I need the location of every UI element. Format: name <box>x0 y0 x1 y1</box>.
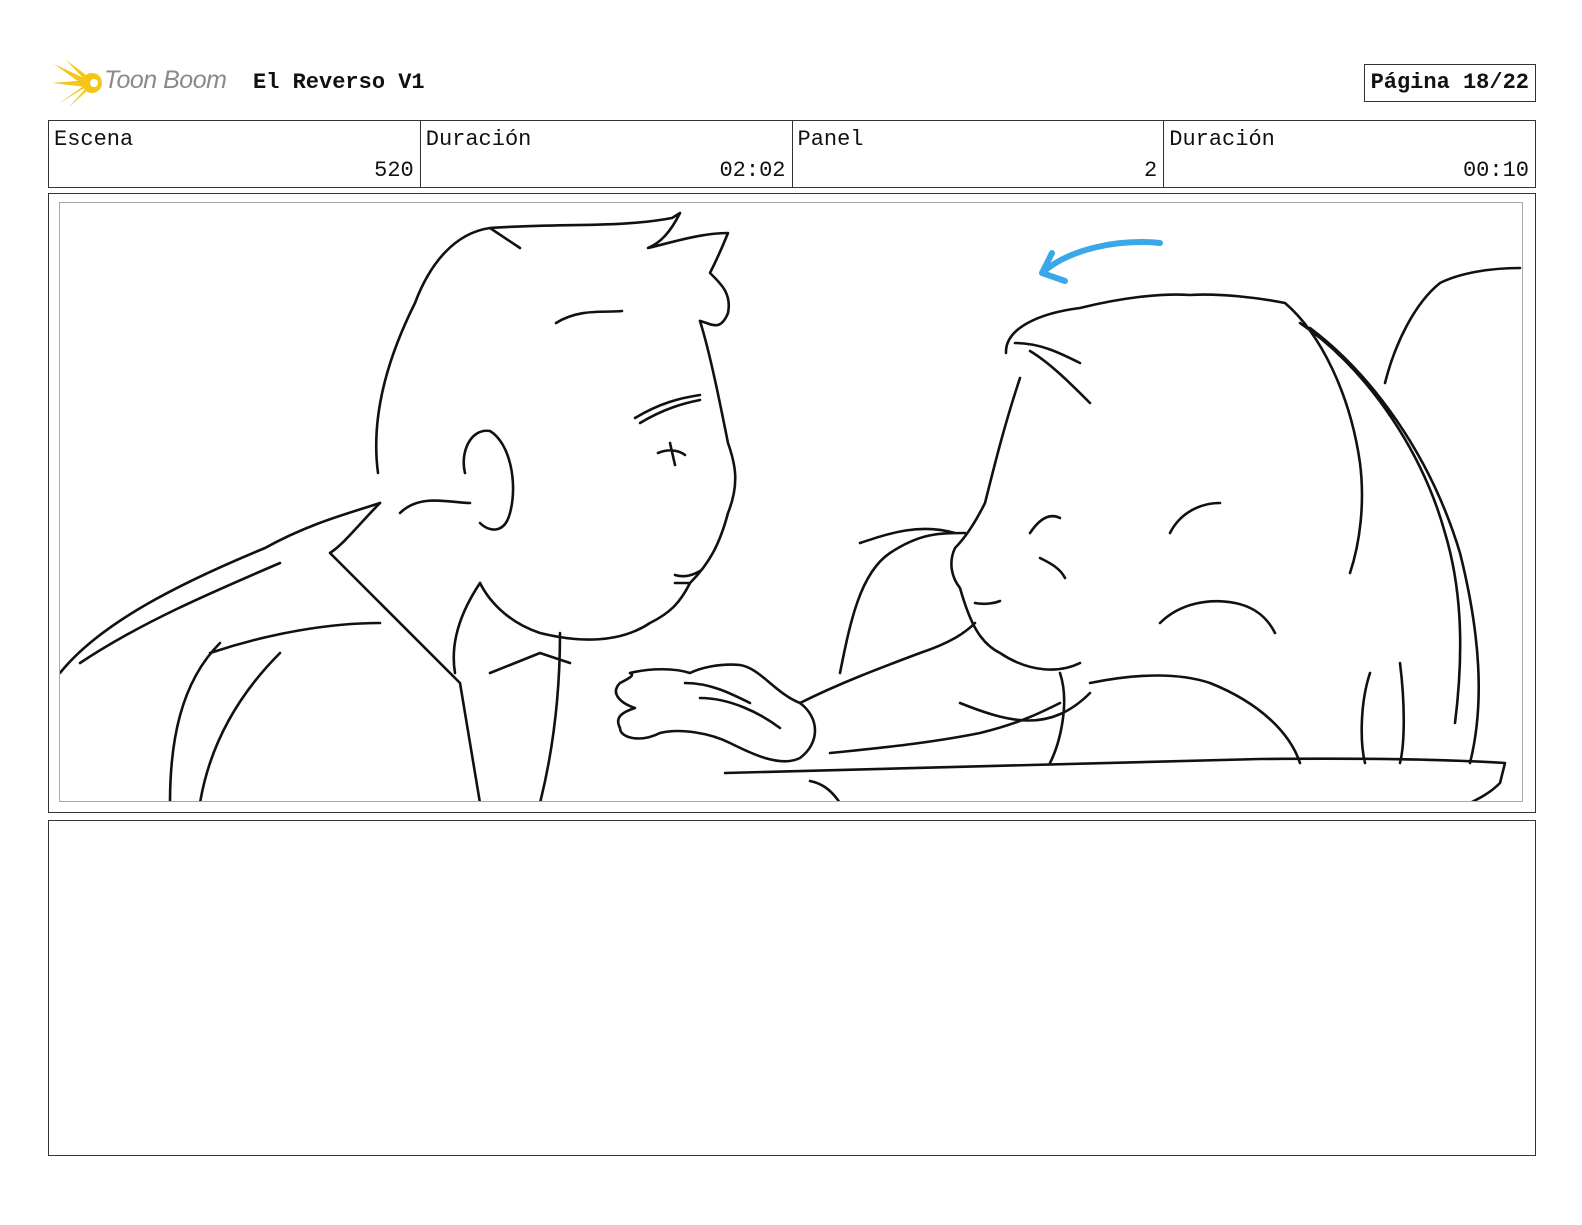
man-hair <box>374 211 731 475</box>
woman-mouth <box>973 599 1002 606</box>
page-header: Toon Boom El Reverso V1 Página 18/22 <box>48 56 1536 110</box>
motion-arrow <box>1039 239 1163 284</box>
toon-boom-logo: Toon Boom <box>52 56 242 110</box>
man-hand <box>614 663 817 763</box>
project-title: El Reverso V1 <box>253 70 425 95</box>
woman-hair <box>1004 293 1481 765</box>
scene-cell: Escena 520 <box>49 121 421 187</box>
panel-duration-value: 00:10 <box>1462 158 1529 183</box>
hand-fingers <box>683 681 782 730</box>
page-indicator: Página 18/22 <box>1363 64 1536 102</box>
scene-info-table: Escena 520 Duración 02:02 Panel 2 Duraci… <box>48 120 1536 188</box>
scene-duration-label: Duración <box>425 127 532 152</box>
man-ear <box>462 429 515 531</box>
woman-ear <box>1158 501 1277 635</box>
storyboard-sketch <box>60 211 1522 801</box>
logo-burst-icon <box>52 60 102 108</box>
panel-cell: Panel 2 <box>793 121 1165 187</box>
woman-eye <box>1028 514 1067 580</box>
panel-label: Panel <box>797 127 864 152</box>
woman-arm <box>798 621 1062 755</box>
panel-notes-box <box>48 820 1536 1156</box>
pillow <box>838 527 967 675</box>
man-eye <box>656 441 687 467</box>
man-eyebrow <box>633 393 702 425</box>
panel-duration-label: Duración <box>1169 127 1275 152</box>
panel-value: 2 <box>1144 158 1158 183</box>
back-seat <box>1383 266 1522 385</box>
man-shoulder <box>60 501 382 801</box>
panel-duration-cell: Duración 00:10 <box>1164 121 1535 187</box>
storyboard-panel-frame <box>48 193 1536 813</box>
scene-duration-cell: Duración 02:02 <box>421 121 793 187</box>
scene-duration-value: 02:02 <box>719 158 786 183</box>
logo-text: Toon Boom <box>104 66 227 94</box>
scene-label: Escena <box>54 127 134 152</box>
woman-shoulder <box>958 671 1302 765</box>
man-collar <box>328 499 572 801</box>
man-face <box>478 319 737 641</box>
storyboard-panel <box>59 202 1523 802</box>
man-neck <box>452 581 482 675</box>
scene-value: 520 <box>374 158 414 183</box>
